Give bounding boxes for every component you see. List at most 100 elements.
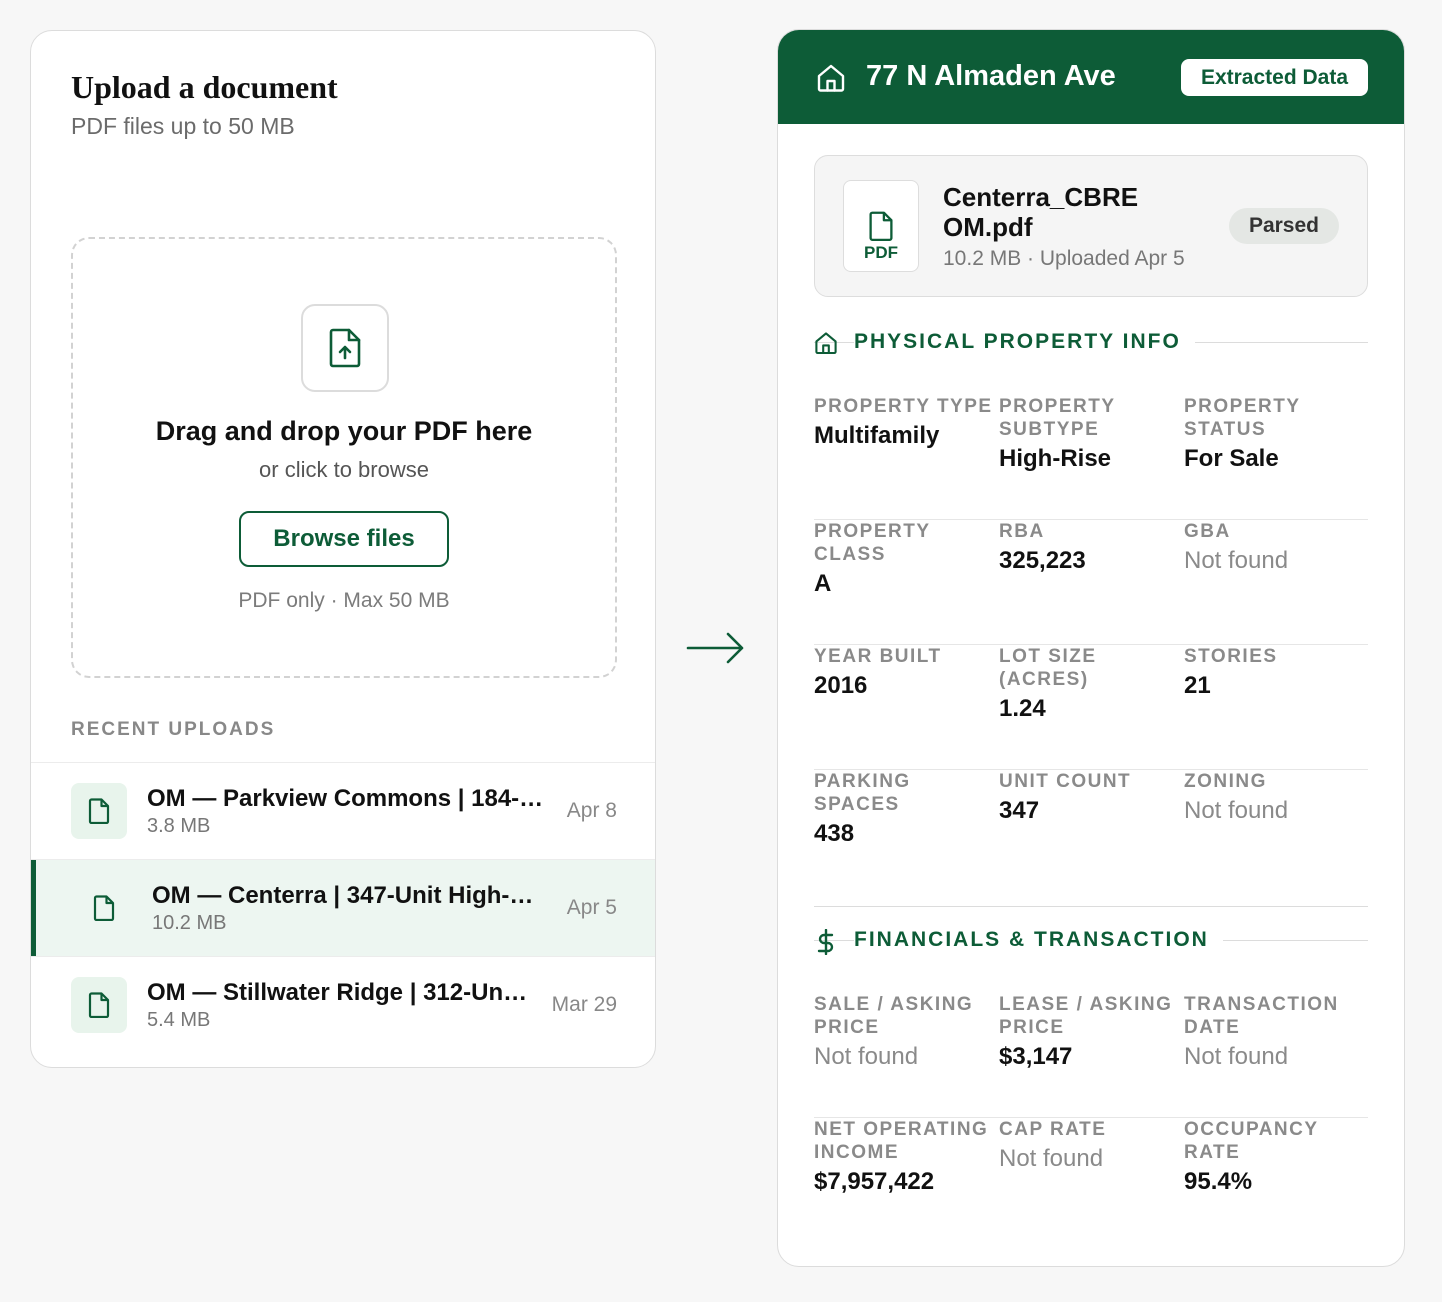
recent-upload-size: 10.2 MB (152, 912, 227, 934)
file-upload-icon (301, 304, 389, 392)
field-value: 2016 (814, 672, 868, 699)
field-value: Not found (999, 1145, 1104, 1172)
physical-section-header: PHYSICAL PROPERTY INFO (814, 328, 1368, 358)
file-icon (76, 880, 132, 936)
field-label: TRANSACTION DATE (1184, 994, 1339, 1038)
file-name: Centerra_CBRE OM.pdf (943, 182, 1139, 242)
physical-row: YEAR BUILT 2016 LOT SIZE (ACRES) 1.24 STOR… (814, 645, 1368, 770)
field-parking-spaces: PARKING SPACES 438 (814, 770, 999, 848)
field-zoning: ZONING Not found (1184, 770, 1369, 825)
extracted-data-badge: Extracted Data (1180, 59, 1368, 96)
field-value: Not found (1184, 547, 1289, 574)
field-stories: STORIES 21 (1184, 645, 1369, 700)
field-label: UNIT COUNT (999, 771, 1132, 792)
field-label: YEAR BUILT (814, 646, 942, 667)
field-label: LOT SIZE (ACRES) (999, 646, 1097, 690)
home-icon (817, 64, 845, 92)
recent-upload-item[interactable]: OM — Stillwater Ridge | 312-Un… 5.4 MB M… (31, 956, 655, 1053)
financial-row: SALE / ASKING PRICE Not found LEASE / ASK… (814, 993, 1368, 1118)
field-value: Not found (814, 1043, 919, 1070)
field-value: 438 (814, 820, 855, 847)
recent-upload-name: OM — Parkview Commons | 184-… (147, 785, 544, 812)
field-value: 95.4% (1184, 1168, 1253, 1195)
field-property-type: PROPERTY TYPE Multifamily (814, 395, 999, 450)
field-value: High-Rise (999, 445, 1112, 472)
section-divider (814, 906, 1368, 907)
field-label: PROPERTY SUBTYPE (999, 396, 1116, 440)
physical-row: PROPERTY TYPE Multifamily PROPERTY SUBTYP… (814, 395, 1368, 520)
field-noi: NET OPERATING INCOME $7,957,422 (814, 1118, 999, 1196)
field-transaction-date: TRANSACTION DATE Not found (1184, 993, 1369, 1071)
field-label: STORIES (1184, 646, 1278, 667)
dollar-icon (817, 929, 834, 955)
field-lease-price: LEASE / ASKING PRICE $3,147 (999, 993, 1184, 1071)
dropzone-subtitle: or click to browse (259, 457, 429, 482)
field-label: PARKING SPACES (814, 771, 911, 815)
financial-row: NET OPERATING INCOME $7,957,422 CAP RATE N… (814, 1118, 1368, 1243)
dropzone-title: Drag and drop your PDF here (155, 416, 533, 446)
recent-upload-name: OM — Stillwater Ridge | 312-Un… (147, 979, 528, 1006)
recent-upload-item-selected[interactable]: OM — Centerra | 347-Unit High-… 10.2 MB … (31, 859, 655, 956)
dropzone[interactable]: Drag and drop your PDF here or click to … (71, 237, 617, 678)
parsed-file-card: PDF Centerra_CBRE OM.pdf 10.2 MB · Uploa… (814, 155, 1368, 297)
field-value: Not found (1184, 797, 1289, 824)
field-cap-rate: CAP RATE Not found (999, 1118, 1184, 1173)
field-value: $3,147 (999, 1043, 1073, 1070)
physical-section-title: PHYSICAL PROPERTY INFO (854, 330, 1195, 354)
recent-upload-date: Apr 5 (566, 896, 617, 919)
physical-row: PARKING SPACES 438 UNIT COUNT 347 ZONING No… (814, 770, 1368, 895)
file-meta: 10.2 MB · Uploaded Apr 5 (943, 247, 1185, 270)
physical-row: PROPERTY CLASS A RBA 325,223 GBA Not found (814, 520, 1368, 645)
dropzone-note: PDF only · Max 50 MB (238, 589, 450, 612)
field-year-built: YEAR BUILT 2016 (814, 645, 999, 700)
field-label: OCCUPANCY RATE (1184, 1119, 1319, 1163)
field-lot-size: LOT SIZE (ACRES) 1.24 (999, 645, 1184, 723)
field-label: RBA (999, 521, 1045, 542)
field-value: 21 (1184, 672, 1211, 699)
extracted-header: 77 N Almaden Ave Extracted Data (778, 30, 1404, 124)
pdf-file-icon: PDF (843, 180, 919, 272)
home-icon (815, 332, 837, 355)
field-label: GBA (1184, 521, 1231, 542)
field-value: A (814, 570, 832, 597)
field-label: ZONING (1184, 771, 1267, 792)
recent-uploads-title: RECENT UPLOADS (71, 719, 276, 740)
financial-section-header: FINANCIALS & TRANSACTION (814, 926, 1368, 956)
extracted-data-card: 77 N Almaden Ave Extracted Data PDF Cent… (777, 29, 1405, 1267)
field-value: 347 (999, 797, 1040, 824)
file-icon (71, 783, 127, 839)
field-value: For Sale (1184, 445, 1279, 472)
upload-card: Upload a document PDF files up to 50 MB … (30, 30, 656, 1068)
field-value: 325,223 (999, 547, 1086, 574)
field-label: PROPERTY CLASS (814, 521, 931, 565)
field-value: 1.24 (999, 695, 1046, 722)
field-value: Multifamily (814, 422, 940, 449)
upload-title: Upload a document (71, 69, 338, 105)
pdf-label: PDF (864, 243, 898, 262)
recent-upload-date: Apr 8 (566, 799, 617, 822)
financial-section-title: FINANCIALS & TRANSACTION (854, 928, 1223, 952)
recent-upload-date: Mar 29 (551, 993, 617, 1016)
field-value: $7,957,422 (814, 1168, 935, 1195)
field-property-class: PROPERTY CLASS A (814, 520, 999, 598)
property-address: 77 N Almaden Ave (866, 60, 1116, 92)
recent-upload-item[interactable]: OM — Parkview Commons | 184-… 3.8 MB Apr… (31, 762, 655, 859)
recent-upload-size: 5.4 MB (147, 1009, 211, 1031)
field-gba: GBA Not found (1184, 520, 1369, 575)
field-sale-price: SALE / ASKING PRICE Not found (814, 993, 999, 1071)
field-label: LEASE / ASKING PRICE (999, 994, 1173, 1038)
field-rba: RBA 325,223 (999, 520, 1184, 575)
field-occupancy-rate: OCCUPANCY RATE 95.4% (1184, 1118, 1369, 1196)
recent-upload-name: OM — Centerra | 347-Unit High-… (152, 882, 534, 909)
status-badge: Parsed (1228, 208, 1339, 244)
field-property-subtype: PROPERTY SUBTYPE High-Rise (999, 395, 1184, 473)
field-label: NET OPERATING INCOME (814, 1119, 989, 1163)
field-label: PROPERTY STATUS (1184, 396, 1301, 440)
field-label: PROPERTY TYPE (814, 396, 993, 417)
field-label: SALE / ASKING PRICE (814, 994, 974, 1038)
arrow-right-icon (686, 632, 744, 664)
field-label: CAP RATE (999, 1119, 1107, 1140)
field-property-status: PROPERTY STATUS For Sale (1184, 395, 1369, 473)
browse-files-button[interactable]: Browse files (239, 511, 449, 567)
file-icon (71, 977, 127, 1033)
